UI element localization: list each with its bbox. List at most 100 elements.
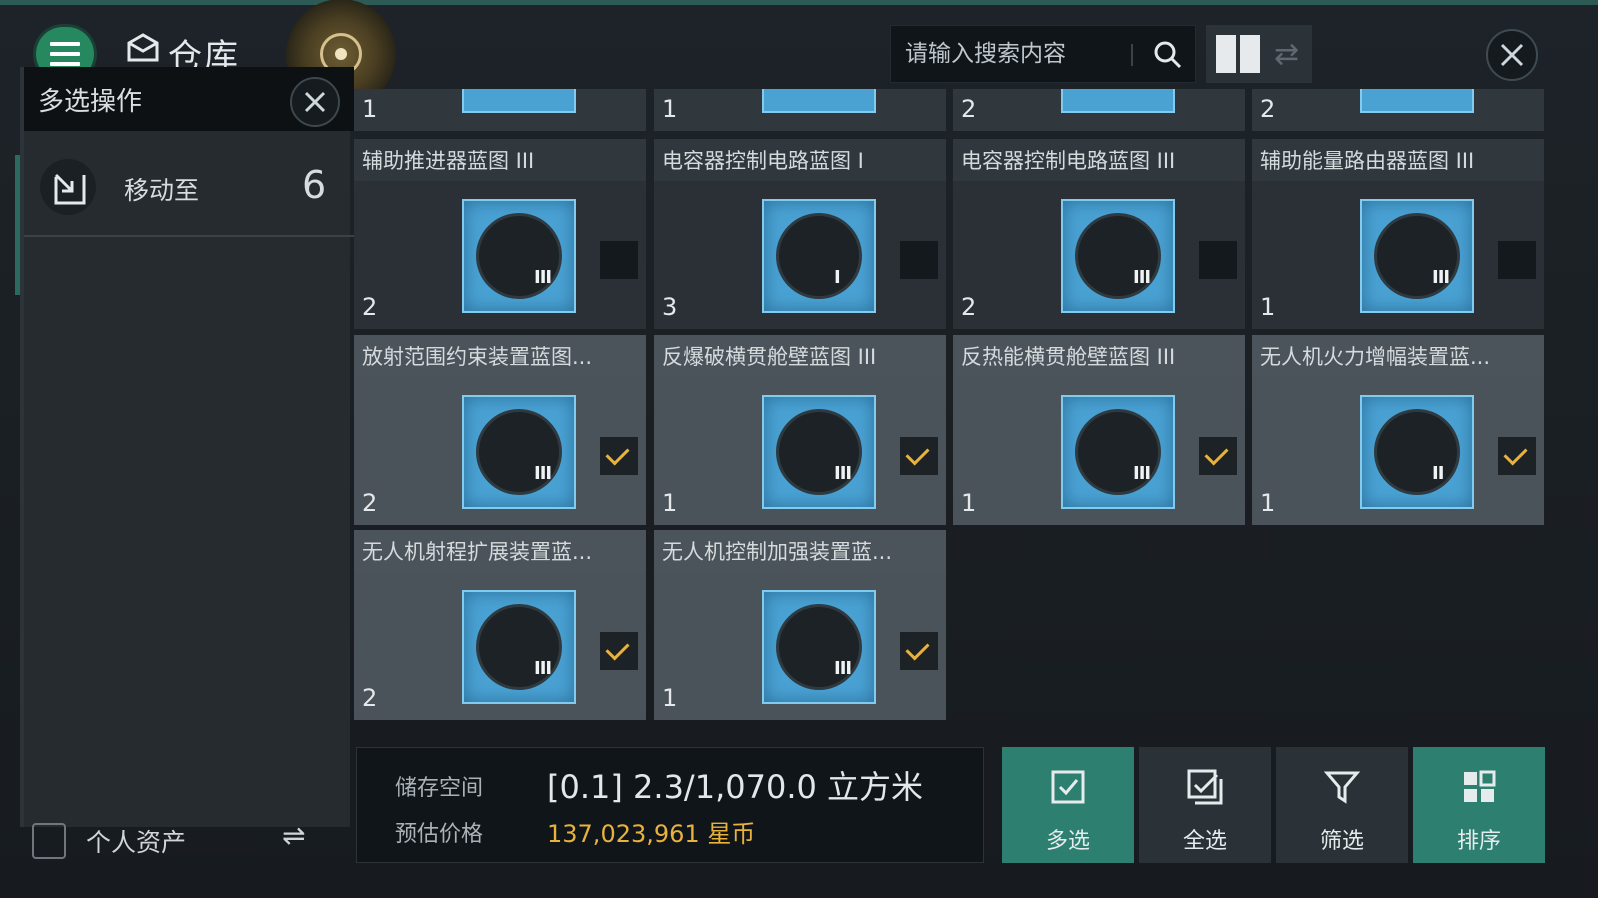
item-quantity: 2 [961, 293, 977, 321]
item-name: 放射范围约束装置蓝图... [362, 345, 593, 369]
select-checkbox[interactable] [900, 437, 938, 475]
item-card[interactable]: 电容器控制电路蓝图 III III 2 [953, 139, 1245, 329]
item-card[interactable]: 无人机射程扩展装置蓝... III 2 [354, 530, 646, 720]
item-quantity: 2 [362, 489, 378, 517]
filter-button[interactable]: 筛选 [1276, 747, 1408, 863]
item-card[interactable]: 2 [953, 89, 1245, 131]
panel-title: 多选操作 [38, 87, 143, 117]
select-all-icon [1187, 769, 1223, 805]
drone-blueprint-icon: III [462, 590, 576, 704]
item-name: 无人机火力增幅装置蓝... [1260, 345, 1491, 369]
capacitor-blueprint-icon: I [762, 199, 876, 313]
multi-select-label: 多选 [1045, 829, 1090, 854]
swap-icon: ⇄ [1274, 37, 1300, 72]
warehouse-screen: 仓库 ⇄ 多选操作 [0, 0, 1598, 898]
item-quantity: 1 [662, 684, 678, 712]
item-quantity: 2 [1260, 95, 1276, 123]
item-name: 反热能横贯舱壁蓝图 III [961, 345, 1176, 369]
grid-view-icon [1216, 35, 1236, 73]
drone-blueprint-icon: II [1360, 395, 1474, 509]
warehouse-icon [127, 33, 159, 62]
select-checkbox[interactable] [900, 241, 938, 279]
item-card[interactable]: 辅助推进器蓝图 III III 2 [354, 139, 646, 329]
blueprint-icon [462, 89, 576, 113]
filter-label: 筛选 [1319, 829, 1364, 854]
checkbox-icon [1051, 770, 1085, 804]
item-name: 辅助能量路由器蓝图 III [1260, 149, 1475, 173]
storage-info-panel: 储存空间 [0.1] 2.3/1,070.0 立方米 预估价格 137,023,… [356, 747, 984, 863]
item-quantity: 1 [662, 95, 678, 123]
radiation-limiter-blueprint-icon: III [462, 395, 576, 509]
item-card[interactable]: 2 [1252, 89, 1544, 131]
item-card[interactable]: 无人机控制加强装置蓝... III 1 [654, 530, 946, 720]
sort-button[interactable]: 排序 [1413, 747, 1545, 863]
item-quantity: 1 [362, 95, 378, 123]
thruster-blueprint-icon: III [462, 199, 576, 313]
drone-blueprint-icon: III [762, 590, 876, 704]
selected-count: 6 [302, 163, 327, 207]
capacitor-blueprint-icon: III [1061, 199, 1175, 313]
select-checkbox[interactable] [600, 241, 638, 279]
item-name: 辅助推进器蓝图 III [362, 149, 535, 173]
bulkhead-blueprint-icon: III [1061, 395, 1175, 509]
search-input[interactable] [905, 36, 1125, 72]
personal-assets-label: 个人资产 [86, 828, 187, 857]
personal-assets-button[interactable]: 个人资产 ⇌ [20, 819, 350, 863]
close-icon [304, 91, 326, 113]
item-card[interactable]: 电容器控制电路蓝图 I I 3 [654, 139, 946, 329]
item-card[interactable]: 反热能横贯舱壁蓝图 III III 1 [953, 335, 1245, 525]
multi-select-button[interactable]: 多选 [1002, 747, 1134, 863]
swap-icon: ⇌ [282, 819, 306, 852]
item-name: 反爆破横贯舱壁蓝图 III [662, 345, 877, 369]
select-checkbox[interactable] [900, 632, 938, 670]
sort-grid-icon [1464, 770, 1496, 802]
page-title: 仓库 [168, 37, 240, 67]
item-card[interactable]: 反爆破横贯舱壁蓝图 III III 1 [654, 335, 946, 525]
select-checkbox[interactable] [1199, 241, 1237, 279]
item-card[interactable]: 辅助能量路由器蓝图 III III 1 [1252, 139, 1544, 329]
filter-icon [1324, 771, 1360, 804]
select-checkbox[interactable] [1498, 437, 1536, 475]
blueprint-icon [1061, 89, 1175, 113]
blueprint-icon [1360, 89, 1474, 113]
item-quantity: 2 [362, 684, 378, 712]
item-name: 电容器控制电路蓝图 III [961, 149, 1176, 173]
item-card[interactable]: 1 [354, 89, 646, 131]
item-quantity: 2 [362, 293, 378, 321]
blueprint-icon [762, 89, 876, 113]
price-value: 137,023,961 星币 [547, 820, 756, 848]
select-checkbox[interactable] [600, 437, 638, 475]
storage-value: [0.1] 2.3/1,070.0 立方米 [547, 768, 924, 806]
move-icon [40, 159, 96, 215]
sort-label: 排序 [1456, 829, 1501, 854]
move-to-button[interactable]: 移动至 6 [24, 155, 354, 241]
item-quantity: 1 [1260, 293, 1276, 321]
select-checkbox[interactable] [1199, 437, 1237, 475]
search-icon[interactable] [1153, 40, 1183, 70]
item-name: 无人机控制加强装置蓝... [662, 540, 893, 564]
storage-label: 储存空间 [395, 776, 484, 801]
item-quantity: 2 [961, 95, 977, 123]
item-quantity: 1 [961, 489, 977, 517]
view-toggle[interactable]: ⇄ [1206, 25, 1312, 83]
item-name: 电容器控制电路蓝图 I [662, 149, 864, 173]
price-label: 预估价格 [395, 822, 484, 847]
close-icon [1500, 43, 1524, 67]
safe-icon [32, 823, 66, 859]
select-all-button[interactable]: 全选 [1139, 747, 1271, 863]
panel-close-button[interactable] [290, 77, 340, 127]
power-router-blueprint-icon: III [1360, 199, 1474, 313]
select-checkbox[interactable] [600, 632, 638, 670]
item-quantity: 1 [1260, 489, 1276, 517]
item-card[interactable]: 1 [654, 89, 946, 131]
item-quantity: 3 [662, 293, 678, 321]
item-name: 无人机射程扩展装置蓝... [362, 540, 593, 564]
hamburger-icon [50, 39, 80, 69]
close-button[interactable] [1486, 29, 1538, 81]
multi-select-panel: 多选操作 移动至 6 [20, 67, 354, 827]
item-card[interactable]: 无人机火力增幅装置蓝... II 1 [1252, 335, 1544, 525]
select-all-label: 全选 [1182, 829, 1227, 854]
divider [24, 235, 354, 237]
item-card[interactable]: 放射范围约束装置蓝图... III 2 [354, 335, 646, 525]
select-checkbox[interactable] [1498, 241, 1536, 279]
